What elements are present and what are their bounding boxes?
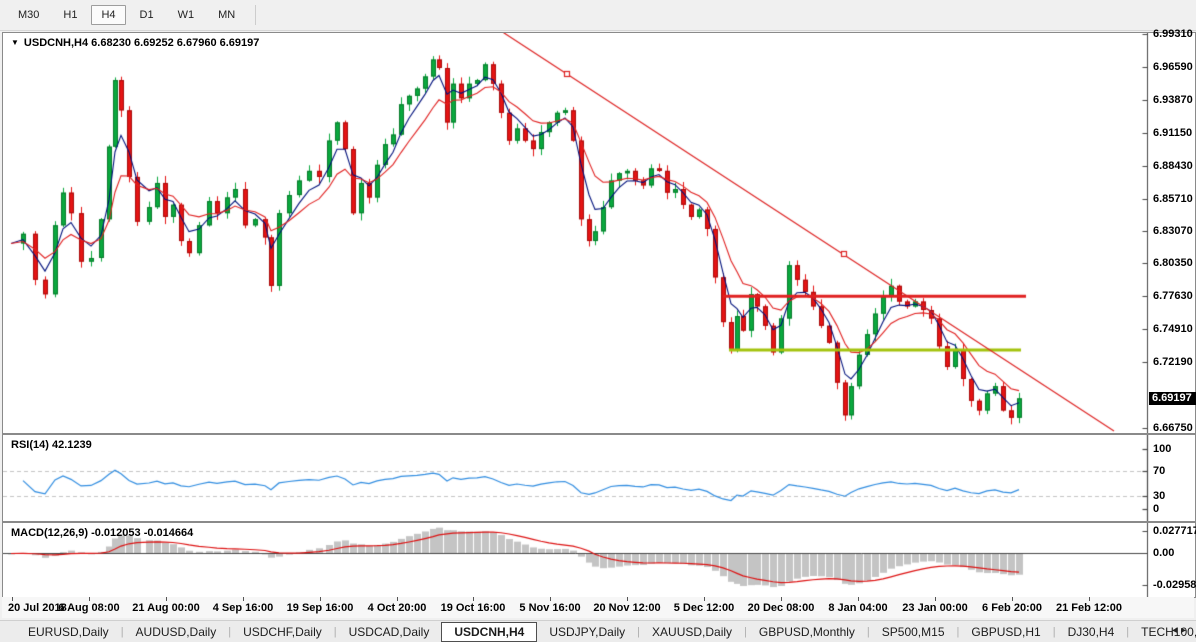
time-axis-label: 20 Dec 08:00 — [748, 602, 815, 614]
tab-sp500-m15[interactable]: SP500,M15 — [870, 622, 957, 642]
time-axis-tick — [397, 597, 398, 601]
time-axis-label: 21 Feb 12:00 — [1056, 602, 1122, 614]
time-axis-tick — [550, 597, 551, 601]
price-axis-label: 6.74910 — [1153, 323, 1193, 335]
tab-audusd-daily[interactable]: AUDUSD,Daily — [124, 622, 229, 642]
chart-symbol-label: USDCNH,H4 — [24, 37, 88, 49]
time-axis-tick — [320, 597, 321, 601]
rsi-axis-label: 100 — [1153, 443, 1171, 455]
price-axis-label: 6.72190 — [1153, 356, 1193, 368]
time-axis-label: 5 Dec 12:00 — [674, 602, 735, 614]
tab-scroll-left-icon[interactable]: ◂ — [1172, 625, 1181, 636]
time-axis-label: 4 Sep 16:00 — [213, 602, 274, 614]
price-axis-label: 6.83070 — [1153, 225, 1193, 237]
tab-usdcad-daily[interactable]: USDCAD,Daily — [337, 622, 442, 642]
macd-header: MACD(12,26,9) -0.012053 -0.014664 — [11, 527, 193, 539]
time-axis-tick — [781, 597, 782, 601]
chart-tabs: EURUSD,Daily|AUDUSD,Daily|USDCHF,Daily|U… — [16, 622, 1196, 642]
time-axis-tick — [89, 597, 90, 601]
price-axis-label: 6.88430 — [1153, 160, 1193, 172]
timeframe-button-h4[interactable]: H4 — [91, 5, 125, 25]
price-axis-label: 6.96590 — [1153, 61, 1193, 73]
macd-indicator-pane[interactable]: MACD(12,26,9) -0.012053 -0.014664 0.0277… — [2, 522, 1196, 598]
price-chart-canvas[interactable] — [3, 33, 1195, 433]
time-axis[interactable]: 20 Jul 20186 Aug 08:0021 Aug 00:004 Sep … — [2, 597, 1194, 618]
rsi-axis-label: 0 — [1153, 503, 1159, 515]
tab-usdjpy-daily[interactable]: USDJPY,Daily — [537, 622, 637, 642]
time-axis-label: 6 Aug 08:00 — [58, 602, 119, 614]
tab-scroll-right-icon[interactable]: ▸ — [1181, 625, 1190, 636]
time-axis-tick — [243, 597, 244, 601]
timeframe-button-w1[interactable]: W1 — [168, 5, 205, 25]
chart-symbol-header: ▼ USDCNH,H4 6.68230 6.69252 6.67960 6.691… — [11, 37, 259, 49]
timeframe-button-mn[interactable]: MN — [208, 5, 245, 25]
time-axis-tick — [1089, 597, 1090, 601]
rsi-axis-label: 70 — [1153, 465, 1165, 477]
macd-axis-label: 0.00 — [1153, 547, 1174, 559]
time-axis-tick — [935, 597, 936, 601]
time-axis-label: 20 Nov 12:00 — [593, 602, 660, 614]
trading-terminal-window: M30H1H4D1W1MN ▼ USDCNH,H4 6.68230 6.69252… — [0, 0, 1196, 642]
time-axis-tick — [12, 597, 13, 601]
rsi-header: RSI(14) 42.1239 — [11, 439, 92, 451]
tab-gbpusd-h1[interactable]: GBPUSD,H1 — [959, 622, 1052, 642]
rsi-axis-label: 30 — [1153, 490, 1165, 502]
toolbar-separator — [255, 5, 256, 25]
chart-tab-bar: EURUSD,Daily|AUDUSD,Daily|USDCHF,Daily|U… — [0, 620, 1196, 642]
time-axis-label: 4 Oct 20:00 — [368, 602, 427, 614]
tab-usdchf-daily[interactable]: USDCHF,Daily — [231, 622, 334, 642]
tab-eurusd-daily[interactable]: EURUSD,Daily — [16, 622, 121, 642]
tab-scroll-arrows[interactable]: ◂▸ — [1172, 625, 1190, 636]
tab-gbpusd-monthly[interactable]: GBPUSD,Monthly — [747, 622, 867, 642]
time-axis-label: 19 Sep 16:00 — [287, 602, 354, 614]
timeframe-button-m30[interactable]: M30 — [8, 5, 49, 25]
time-axis-tick — [858, 597, 859, 601]
price-axis-label: 6.66750 — [1153, 422, 1193, 434]
rsi-value: 42.1239 — [52, 439, 92, 451]
tab-xauusd-daily[interactable]: XAUUSD,Daily — [640, 622, 744, 642]
chart-ohlc-values: 6.68230 6.69252 6.67960 6.69197 — [91, 37, 259, 49]
time-axis-tick — [704, 597, 705, 601]
time-axis-tick — [627, 597, 628, 601]
time-axis-tick — [166, 597, 167, 601]
timeframe-button-h1[interactable]: H1 — [53, 5, 87, 25]
macd-axis-label: 0.027717 — [1153, 525, 1196, 537]
time-axis-tick — [473, 597, 474, 601]
time-axis-label: 21 Aug 00:00 — [132, 602, 199, 614]
price-axis-label: 6.85710 — [1153, 193, 1193, 205]
rsi-canvas[interactable] — [3, 435, 1195, 521]
time-axis-label: 23 Jan 00:00 — [902, 602, 967, 614]
timeframe-toolbar: M30H1H4D1W1MN — [0, 0, 1196, 31]
tab-usdcnh-h4[interactable]: USDCNH,H4 — [441, 622, 537, 642]
current-price-badge: 6.69197 — [1149, 392, 1196, 405]
macd-axis-label: -0.029582 — [1153, 579, 1196, 591]
macd-values: -0.012053 -0.014664 — [91, 527, 193, 539]
price-chart-pane[interactable]: ▼ USDCNH,H4 6.68230 6.69252 6.67960 6.691… — [2, 32, 1196, 434]
price-axis-label: 6.80350 — [1153, 257, 1193, 269]
timeframe-button-d1[interactable]: D1 — [130, 5, 164, 25]
collapse-icon: ▼ — [11, 38, 19, 47]
time-axis-label: 8 Jan 04:00 — [828, 602, 887, 614]
price-axis-label: 6.91150 — [1153, 127, 1192, 139]
time-axis-tick — [1012, 597, 1013, 601]
time-axis-label: 19 Oct 16:00 — [441, 602, 506, 614]
time-axis-label: 6 Feb 20:00 — [982, 602, 1042, 614]
tab-dj30-h4[interactable]: DJ30,H4 — [1056, 622, 1127, 642]
price-axis-label: 6.93870 — [1153, 94, 1193, 106]
macd-label: MACD(12,26,9) — [11, 527, 88, 539]
timeframe-button-group: M30H1H4D1W1MN — [6, 5, 247, 25]
time-axis-label: 5 Nov 16:00 — [519, 602, 580, 614]
rsi-indicator-pane[interactable]: RSI(14) 42.1239 100 70 300 — [2, 434, 1196, 522]
price-axis-label: 6.99310 — [1153, 28, 1193, 40]
rsi-label: RSI(14) — [11, 439, 49, 451]
price-axis-label: 6.77630 — [1153, 290, 1193, 302]
